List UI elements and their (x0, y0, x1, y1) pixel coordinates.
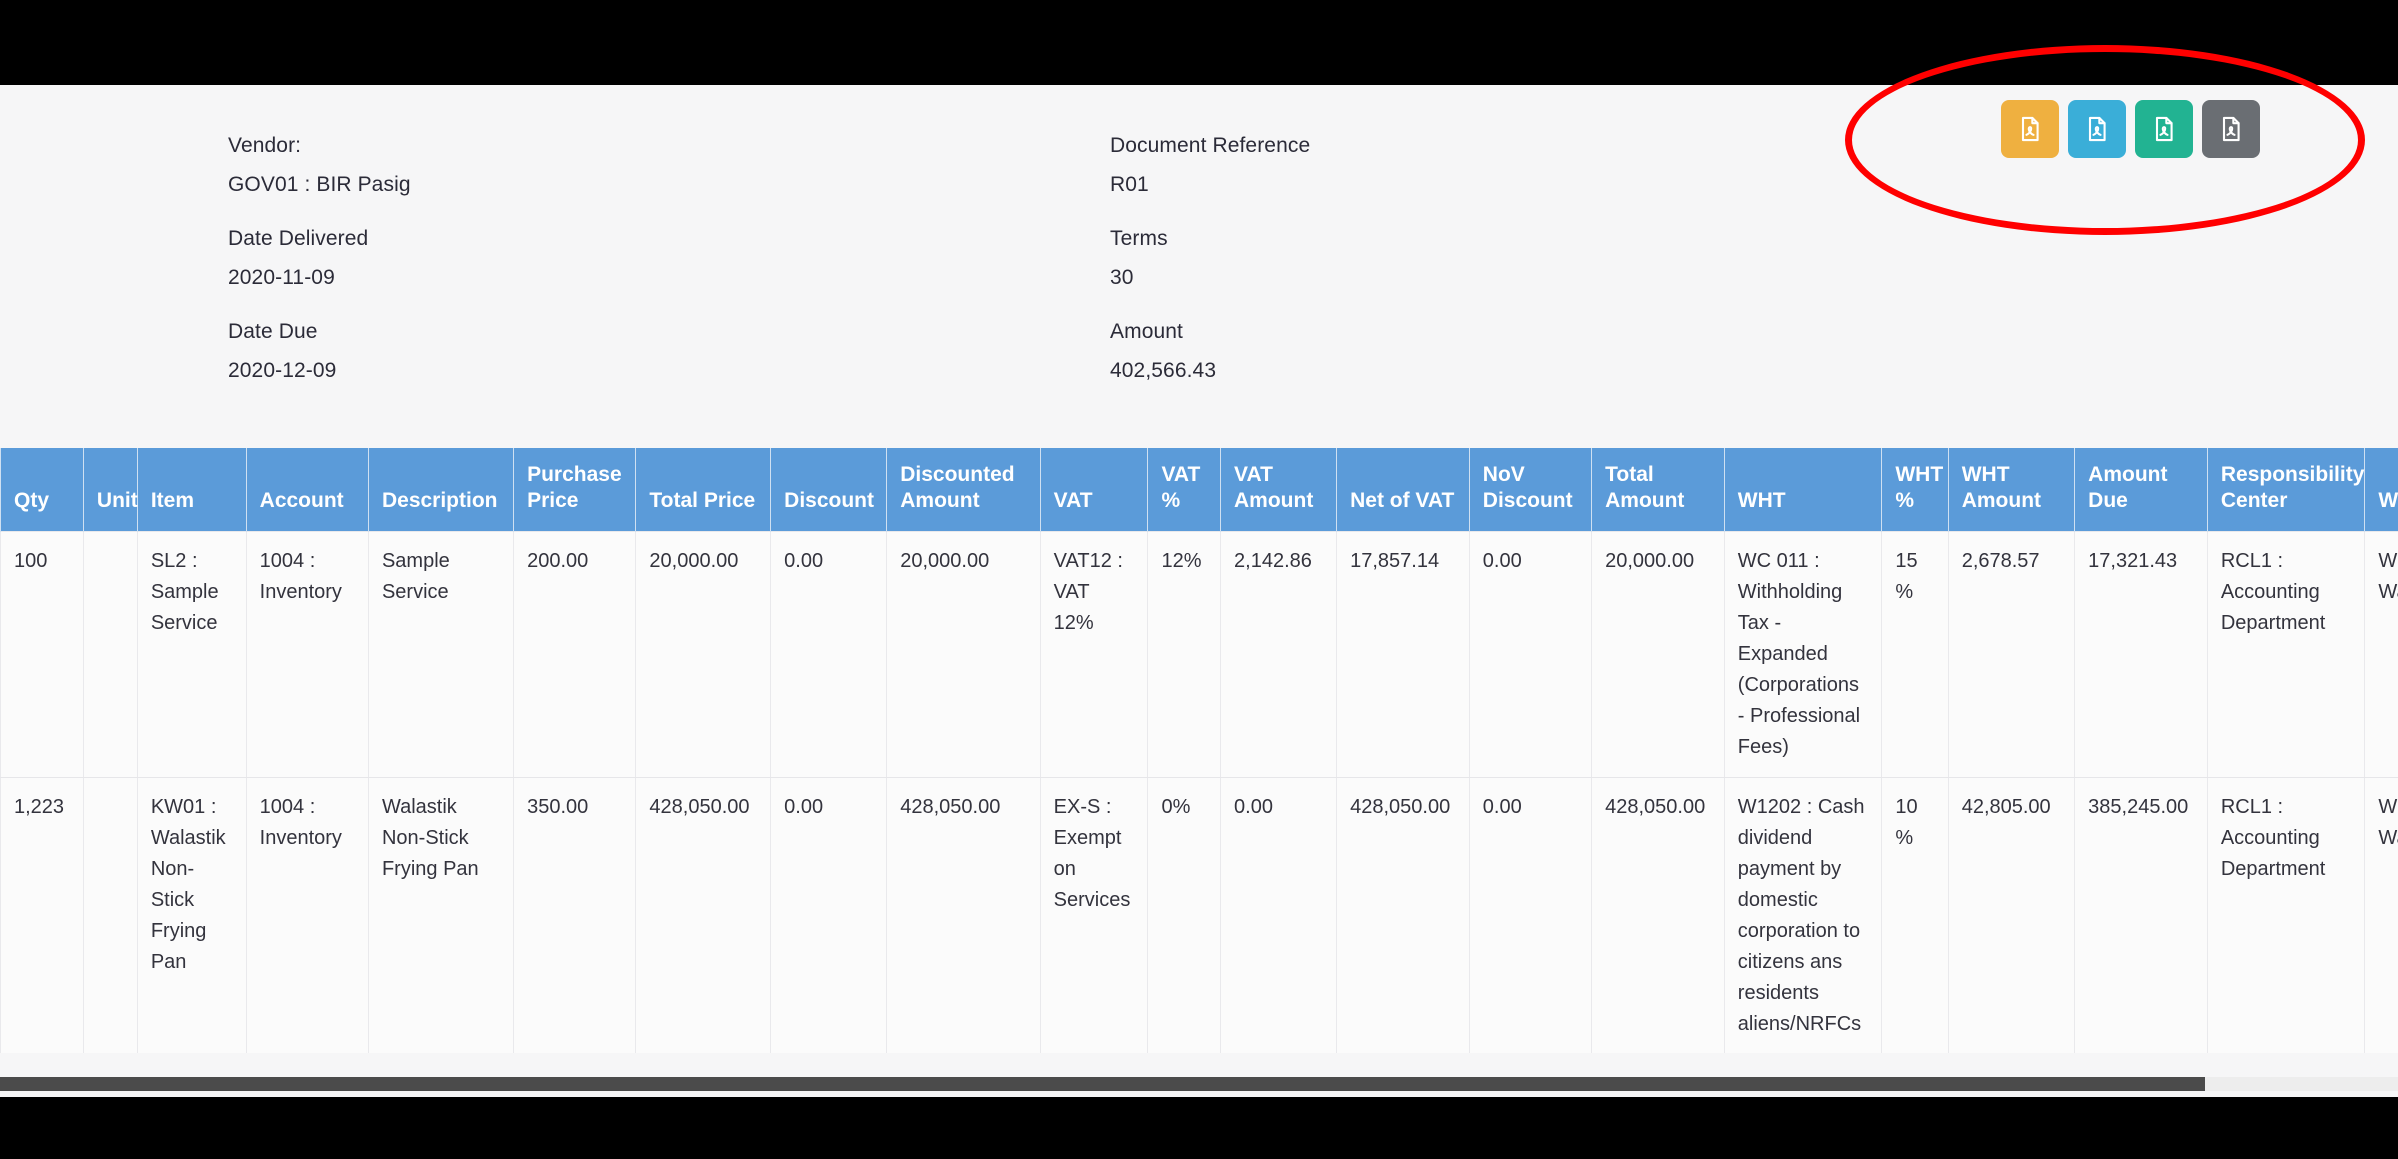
header-column-right: Document Reference R01 Terms 30 Amount 4… (1050, 135, 2040, 414)
column-header-net-of-vat[interactable]: Net of VAT (1336, 448, 1470, 531)
cell-item: KW01 : Walastik Non-Stick Frying Pan (137, 777, 247, 1053)
cell-total-amount: 428,050.00 (1591, 777, 1725, 1053)
cell-vat-percent: 12% (1147, 530, 1222, 778)
column-header-total-amount[interactable]: Total Amount (1591, 448, 1725, 531)
cell-vat-percent: 0% (1147, 777, 1222, 1053)
document-header-info: Vendor: GOV01 : BIR Pasig Date Delivered… (0, 135, 2398, 414)
cell-qty: 1,223 (0, 777, 84, 1053)
column-header-purchase-price[interactable]: Purchase Price (513, 448, 637, 531)
cell-net-of-vat: 428,050.00 (1336, 777, 1470, 1053)
column-header-qty[interactable]: Qty (0, 448, 84, 531)
column-header-description[interactable]: Description (368, 448, 515, 531)
date-delivered-value: 2020-11-09 (228, 266, 335, 289)
terms-value: 30 (1110, 266, 1134, 289)
horizontal-scrollbar-thumb[interactable] (0, 1077, 2205, 1091)
cell-vat-amount: 0.00 (1220, 777, 1338, 1053)
cell-net-of-vat: 17,857.14 (1336, 530, 1470, 778)
cell-discount: 0.00 (770, 530, 888, 778)
header-column-left: Vendor: GOV01 : BIR Pasig Date Delivered… (60, 135, 1050, 414)
cell-purchase-price: 200.00 (513, 530, 637, 778)
screenshot-root: Vendor: GOV01 : BIR Pasig Date Delivered… (0, 0, 2398, 1159)
cell-vat: EX-S : Exempt on Services (1040, 777, 1149, 1053)
vendor-value: GOV01 : BIR Pasig (228, 173, 411, 196)
document-reference-label: Document Reference (1110, 134, 1311, 157)
line-items-table-container[interactable]: Qty Unit Item Account Description Purcha… (0, 448, 2398, 1053)
column-header-account[interactable]: Account (246, 448, 369, 531)
cell-warehouse: WH1 : Warehouse 1 (2364, 777, 2398, 1053)
vendor-label: Vendor: (228, 134, 302, 157)
cell-description: Walastik Non-Stick Frying Pan (368, 777, 515, 1053)
column-header-vat[interactable]: VAT (1040, 448, 1149, 531)
column-header-warehouse[interactable]: Wa (2364, 448, 2398, 531)
cell-wht-amount: 2,678.57 (1948, 530, 2076, 778)
column-header-amount-due[interactable]: Amount Due (2074, 448, 2208, 531)
column-header-wht[interactable]: WHT (1724, 448, 1883, 531)
amount-label: Amount (1110, 320, 1183, 343)
cell-responsibility-center: RCL1 : Accounting Department (2207, 530, 2366, 778)
cell-wht-percent: 10% (1881, 777, 1949, 1053)
column-header-unit[interactable]: Unit (83, 448, 138, 531)
cell-warehouse: WH1 : Warehouse 1 (2364, 530, 2398, 778)
table-row[interactable]: 100 SL2 : Sample Service 1004 : Inventor… (0, 530, 2398, 778)
cell-nov-discount: 0.00 (1469, 530, 1593, 778)
cell-account: 1004 : Inventory (246, 530, 369, 778)
cell-discount: 0.00 (770, 777, 888, 1053)
column-header-discount[interactable]: Discount (770, 448, 888, 531)
cell-item: SL2 : Sample Service (137, 530, 247, 778)
cell-nov-discount: 0.00 (1469, 777, 1593, 1053)
column-header-wht-percent[interactable]: WHT % (1881, 448, 1949, 531)
cell-total-price: 20,000.00 (635, 530, 772, 778)
column-header-wht-amount[interactable]: WHT Amount (1948, 448, 2076, 531)
document-reference-value: R01 (1110, 173, 1149, 196)
cell-unit (83, 777, 138, 1053)
column-header-nov-discount[interactable]: NoV Discount (1469, 448, 1593, 531)
date-delivered-label: Date Delivered (228, 227, 369, 250)
letterbox-top-bar (0, 0, 2398, 85)
cell-total-price: 428,050.00 (635, 777, 772, 1053)
cell-wht: W1202 : Cash dividend payment by domesti… (1724, 777, 1883, 1053)
column-header-total-price[interactable]: Total Price (635, 448, 772, 531)
cell-qty: 100 (0, 530, 84, 778)
cell-amount-due: 17,321.43 (2074, 530, 2208, 778)
column-header-item[interactable]: Item (137, 448, 247, 531)
cell-vat: VAT12 : VAT 12% (1040, 530, 1149, 778)
cell-purchase-price: 350.00 (513, 777, 637, 1053)
letterbox-bottom-bar (0, 1097, 2398, 1159)
table-header-row: Qty Unit Item Account Description Purcha… (0, 448, 2398, 531)
cell-wht-percent: 15% (1881, 530, 1949, 778)
cell-unit (83, 530, 138, 778)
cell-vat-amount: 2,142.86 (1220, 530, 1338, 778)
column-header-vat-amount[interactable]: VAT Amount (1220, 448, 1338, 531)
cell-amount-due: 385,245.00 (2074, 777, 2208, 1053)
cell-discounted-amount: 20,000.00 (886, 530, 1041, 778)
cell-description: Sample Service (368, 530, 515, 778)
cell-discounted-amount: 428,050.00 (886, 777, 1041, 1053)
table-row[interactable]: 1,223 KW01 : Walastik Non-Stick Frying P… (0, 777, 2398, 1053)
line-items-table: Qty Unit Item Account Description Purcha… (0, 448, 2398, 1053)
cell-wht: WC 011 : Withholding Tax - Expanded (Cor… (1724, 530, 1883, 778)
amount-value: 402,566.43 (1110, 359, 1217, 382)
date-due-label: Date Due (228, 320, 318, 343)
cell-wht-amount: 42,805.00 (1948, 777, 2076, 1053)
column-header-responsibility-center[interactable]: Responsibility Center (2207, 448, 2366, 531)
cell-responsibility-center: RCL1 : Accounting Department (2207, 777, 2366, 1053)
cell-total-amount: 20,000.00 (1591, 530, 1725, 778)
column-header-discounted-amount[interactable]: Discounted Amount (886, 448, 1041, 531)
cell-account: 1004 : Inventory (246, 777, 369, 1053)
date-due-value: 2020-12-09 (228, 359, 337, 382)
column-header-vat-percent[interactable]: VAT % (1147, 448, 1222, 531)
terms-label: Terms (1110, 227, 1168, 250)
purchase-document-page: Vendor: GOV01 : BIR Pasig Date Delivered… (0, 85, 2398, 1097)
